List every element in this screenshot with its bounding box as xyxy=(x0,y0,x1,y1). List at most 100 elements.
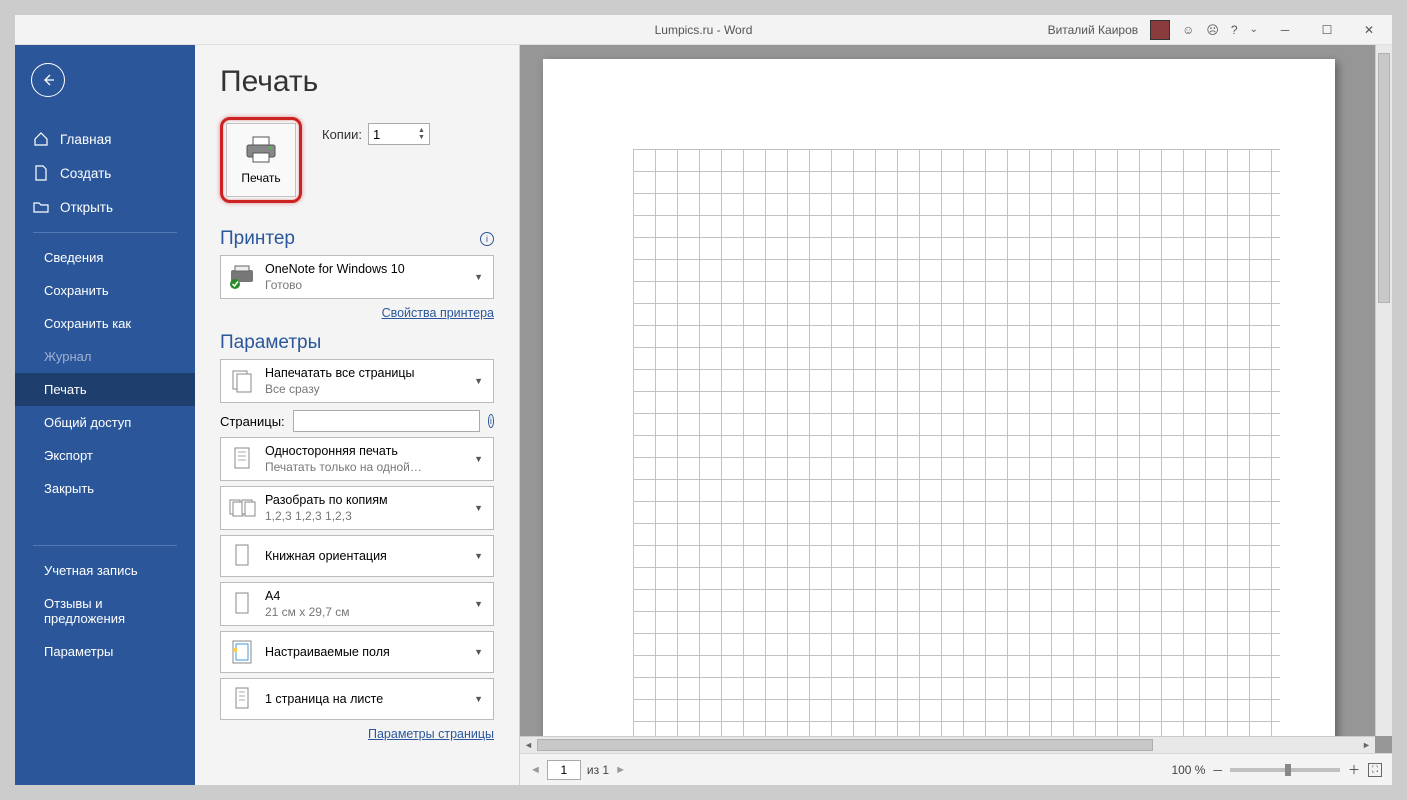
page-title: Печать xyxy=(220,65,494,99)
scroll-thumb[interactable] xyxy=(1378,53,1390,303)
chevron-down-icon: ▼ xyxy=(470,551,487,561)
collate-dropdown[interactable]: Разобрать по копиям1,2,3 1,2,3 1,2,3 ▼ xyxy=(220,486,494,530)
per-sheet-icon xyxy=(227,684,257,714)
chevron-down-icon: ▼ xyxy=(470,376,487,386)
scroll-thumb[interactable] xyxy=(537,739,1153,751)
nav-close[interactable]: Закрыть xyxy=(15,472,195,505)
preview-footer: ◄ из 1 ► 100 % ─ ＋ ⛶ xyxy=(520,753,1392,785)
printer-icon xyxy=(244,135,278,165)
nav-print[interactable]: Печать xyxy=(15,373,195,406)
printer-dropdown[interactable]: OneNote for Windows 10 Готово ▼ xyxy=(220,255,494,299)
backstage-sidebar: Главная Создать Открыть Сведения Сохрани… xyxy=(15,45,195,785)
preview-page xyxy=(543,59,1335,749)
scroll-left-icon[interactable]: ◄ xyxy=(520,740,537,750)
nav-label: Главная xyxy=(60,132,111,147)
margins-icon xyxy=(227,637,257,667)
document-grid xyxy=(633,149,1280,749)
page-setup-link[interactable]: Параметры страницы xyxy=(368,727,494,741)
nav-label: Отзывы и предложения xyxy=(44,596,177,626)
next-page-icon[interactable]: ► xyxy=(615,764,626,776)
maximize-button[interactable]: ☐ xyxy=(1312,18,1342,42)
pages-input[interactable] xyxy=(293,410,480,432)
vertical-scrollbar[interactable] xyxy=(1375,45,1392,736)
separator xyxy=(33,232,177,233)
copies-spinner[interactable]: 1 ▲▼ xyxy=(368,123,430,145)
orientation-dropdown[interactable]: Книжная ориентация ▼ xyxy=(220,535,494,577)
ribbon-toggle-icon[interactable]: ⌄ xyxy=(1250,24,1258,35)
back-button[interactable] xyxy=(31,63,65,97)
dd-sub: 1,2,3 1,2,3 1,2,3 xyxy=(265,508,470,524)
dd-title: Книжная ориентация xyxy=(265,548,470,564)
frown-icon[interactable]: ☹ xyxy=(1206,23,1219,37)
nav-home[interactable]: Главная xyxy=(15,122,195,156)
open-icon xyxy=(33,199,49,215)
zoom-level: 100 % xyxy=(1171,763,1205,777)
separator xyxy=(33,545,177,546)
dd-title: Напечатать все страницы xyxy=(265,365,470,381)
page-number-input[interactable] xyxy=(547,760,581,780)
collate-icon xyxy=(227,493,257,523)
fit-page-icon[interactable]: ⛶ xyxy=(1368,763,1382,777)
nav-share[interactable]: Общий доступ xyxy=(15,406,195,439)
chevron-down-icon: ▼ xyxy=(470,647,487,657)
page-size-icon xyxy=(227,589,257,619)
zoom-out-icon[interactable]: ─ xyxy=(1213,763,1222,777)
page-count: из 1 xyxy=(587,763,609,777)
printer-name: OneNote for Windows 10 xyxy=(265,261,470,277)
nav-label: Открыть xyxy=(60,200,113,215)
smile-icon[interactable]: ☺ xyxy=(1182,23,1194,37)
nav-label: Общий доступ xyxy=(44,415,131,430)
pages-per-sheet-dropdown[interactable]: 1 страница на листе ▼ xyxy=(220,678,494,720)
chevron-down-icon: ▼ xyxy=(470,272,487,282)
nav-label: Сведения xyxy=(44,250,103,265)
nav-info[interactable]: Сведения xyxy=(15,241,195,274)
pages-icon xyxy=(227,366,257,396)
copies-label: Копии: xyxy=(322,127,362,142)
nav-label: Закрыть xyxy=(44,481,94,496)
paper-size-dropdown[interactable]: A421 см x 29,7 см ▼ xyxy=(220,582,494,626)
nav-save[interactable]: Сохранить xyxy=(15,274,195,307)
dd-title: Настраиваемые поля xyxy=(265,644,470,660)
scroll-right-icon[interactable]: ► xyxy=(1358,740,1375,750)
dd-sub: Печатать только на одной… xyxy=(265,459,470,475)
help-icon[interactable]: ? xyxy=(1231,23,1238,37)
nav-label: Учетная запись xyxy=(44,563,138,578)
margins-dropdown[interactable]: Настраиваемые поля ▼ xyxy=(220,631,494,673)
printer-properties-link[interactable]: Свойства принтера xyxy=(382,306,494,320)
nav-save-as[interactable]: Сохранить как xyxy=(15,307,195,340)
minimize-button[interactable]: ─ xyxy=(1270,18,1300,42)
sides-dropdown[interactable]: Односторонняя печатьПечатать только на о… xyxy=(220,437,494,481)
avatar[interactable] xyxy=(1150,20,1170,40)
home-icon xyxy=(33,131,49,147)
nav-label: Параметры xyxy=(44,644,113,659)
close-button[interactable]: ✕ xyxy=(1354,18,1384,42)
print-range-dropdown[interactable]: Напечатать все страницыВсе сразу ▼ xyxy=(220,359,494,403)
info-icon[interactable]: i xyxy=(480,232,494,246)
chevron-down-icon: ▼ xyxy=(470,503,487,513)
zoom-slider[interactable] xyxy=(1230,768,1340,772)
nav-options[interactable]: Параметры xyxy=(15,635,195,668)
nav-feedback[interactable]: Отзывы и предложения xyxy=(15,587,195,635)
dd-sub: 21 см x 29,7 см xyxy=(265,604,470,620)
nav-export[interactable]: Экспорт xyxy=(15,439,195,472)
back-arrow-icon xyxy=(40,72,56,88)
zoom-in-icon[interactable]: ＋ xyxy=(1348,761,1360,778)
nav-label: Печать xyxy=(44,382,87,397)
nav-label: Журнал xyxy=(44,349,91,364)
chevron-down-icon: ▼ xyxy=(470,454,487,464)
dd-title: 1 страница на листе xyxy=(265,691,470,707)
print-button-highlight: Печать xyxy=(220,117,302,203)
prev-page-icon[interactable]: ◄ xyxy=(530,764,541,776)
spinner-up-icon[interactable]: ▲ xyxy=(418,127,425,134)
print-button[interactable]: Печать xyxy=(226,123,296,197)
nav-new[interactable]: Создать xyxy=(15,156,195,190)
dd-title: Односторонняя печать xyxy=(265,443,470,459)
spinner-down-icon[interactable]: ▼ xyxy=(418,134,425,141)
nav-account[interactable]: Учетная запись xyxy=(15,554,195,587)
nav-open[interactable]: Открыть xyxy=(15,190,195,224)
title-bar: Lumpics.ru - Word Виталий Каиров ☺ ☹ ? ⌄… xyxy=(15,15,1392,45)
nav-label: Создать xyxy=(60,166,111,181)
horizontal-scrollbar[interactable]: ◄ ► xyxy=(520,736,1375,753)
info-icon[interactable]: i xyxy=(488,414,494,428)
dd-title: Разобрать по копиям xyxy=(265,492,470,508)
